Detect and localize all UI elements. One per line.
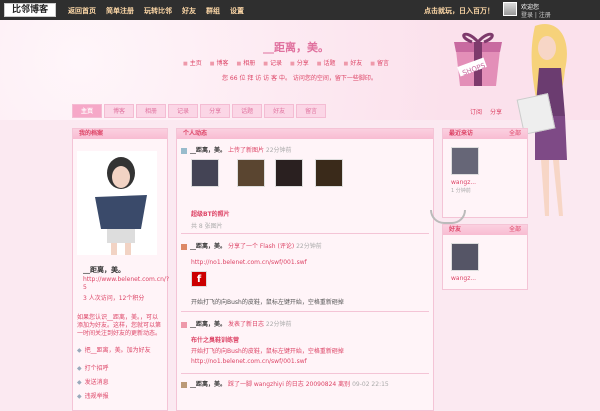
login-links[interactable]: 登录 | 注册 bbox=[521, 10, 551, 19]
profile-bio: 如果您认识__距离，美。，可以添加为好友。这样，您就可以第一时间关注到好友的更新… bbox=[77, 314, 162, 337]
send-message-link[interactable]: 发送消息 bbox=[77, 377, 109, 386]
nav-settings[interactable]: 设置 bbox=[230, 6, 244, 16]
friends-panel-title: 好友 全部 bbox=[443, 225, 527, 235]
top-bar: 比邻博客 返回首页 简单注册 玩转比邻 好友 群组 设置 点击就玩，日入百万！ … bbox=[0, 0, 600, 20]
say-hello-link[interactable]: 打个招呼 bbox=[77, 363, 109, 372]
tab-album[interactable]: 相册 bbox=[136, 104, 167, 118]
nav-register[interactable]: 简单注册 bbox=[106, 6, 134, 16]
add-friend-link[interactable]: 把__距离，美。加为好友 bbox=[77, 345, 151, 354]
activity-user[interactable]: __距离，美。 bbox=[190, 381, 226, 388]
divider bbox=[181, 233, 429, 234]
recent-visitors-panel: 最近来访 全部 wangz... 1 分钟前 bbox=[442, 128, 528, 218]
friends-title: 好友 bbox=[449, 226, 462, 233]
footprint-icon bbox=[181, 381, 187, 388]
activity-panel: 个人动态 __距离，美。 上传了新图片 22分钟前 超级BT的照片 共 8 张图… bbox=[176, 128, 434, 411]
gift-box-illustration: SHOPS bbox=[454, 32, 502, 86]
profile-panel-title: 我的档案 bbox=[73, 129, 167, 139]
album-thumbnail[interactable] bbox=[191, 159, 219, 187]
divider bbox=[181, 311, 429, 312]
quick-link-share[interactable]: 分享 bbox=[290, 58, 309, 67]
rss-link[interactable]: 订阅 bbox=[470, 107, 482, 116]
tab-friends[interactable]: 好友 bbox=[264, 104, 295, 118]
blog-icon bbox=[181, 321, 187, 328]
tab-record[interactable]: 记录 bbox=[168, 104, 199, 118]
quick-link-friends[interactable]: 好友 bbox=[344, 58, 362, 67]
album-thumbnail[interactable] bbox=[237, 159, 265, 187]
nav-home[interactable]: 返回首页 bbox=[68, 6, 96, 16]
flash-link[interactable]: http://no1.belenet.com.cn/swf/001.swf bbox=[191, 259, 307, 266]
album-title[interactable]: 超级BT的照片 bbox=[191, 209, 230, 218]
divider bbox=[181, 373, 429, 374]
visitors-title: 最近来访 bbox=[449, 130, 474, 137]
nav-explore[interactable]: 玩转比邻 bbox=[144, 6, 172, 16]
activity-time: 22分钟前 bbox=[265, 321, 292, 328]
promo-link[interactable]: 点击就玩，日入百万！ bbox=[424, 6, 494, 16]
visitor-time: 1 分钟前 bbox=[451, 188, 471, 194]
tab-message[interactable]: 留言 bbox=[296, 104, 327, 118]
main-tabs: 主页 博客 相册 记录 分享 话题 好友 留言 bbox=[72, 104, 327, 118]
activity-photo-header: __距离，美。 上传了新图片 22分钟前 bbox=[181, 145, 292, 154]
flash-icon[interactable]: f bbox=[191, 271, 207, 287]
top-nav: 返回首页 简单注册 玩转比邻 好友 群组 设置 bbox=[68, 6, 244, 16]
nav-groups[interactable]: 群组 bbox=[206, 6, 220, 16]
album-count: 共 8 张图片 bbox=[191, 223, 223, 230]
profile-stats: 3 人次访问，12个积分 bbox=[83, 295, 145, 302]
visitors-more-link[interactable]: 全部 bbox=[509, 129, 521, 139]
blog-post-title[interactable]: 布什之臭鞋训练营 bbox=[191, 335, 239, 344]
blog-post-excerpt: 开始打飞的向Bush的皮鞋，鼠标左键开始，空格重新砸掉 http://no1.b… bbox=[191, 348, 344, 365]
friends-more-link[interactable]: 全部 bbox=[509, 225, 521, 235]
friends-panel: 好友 全部 wangz... bbox=[442, 224, 528, 290]
share-link[interactable]: 分享 bbox=[490, 107, 502, 116]
quick-link-topic[interactable]: 话题 bbox=[317, 58, 335, 67]
activity-time: 09-02 22:15 bbox=[352, 381, 389, 388]
quick-link-home[interactable]: 主页 bbox=[183, 58, 202, 67]
quick-link-message[interactable]: 留言 bbox=[370, 58, 389, 67]
activity-user[interactable]: __距离，美。 bbox=[190, 243, 226, 250]
friend-avatar[interactable] bbox=[451, 243, 479, 271]
profile-name[interactable]: __距离，美。 bbox=[83, 265, 125, 275]
quick-link-blog[interactable]: 博客 bbox=[210, 58, 228, 67]
visit-text: 您 66 位 拜 访 访 客 中。 访问您的空间，留下一些脚印。 bbox=[222, 75, 377, 82]
activity-time: 22分钟前 bbox=[265, 147, 292, 154]
subscribe-links: 订阅 分享 bbox=[470, 107, 502, 116]
activity-flash-header: __距离，美。 分享了一个 Flash (评论) 22分钟前 bbox=[181, 241, 322, 250]
tab-blog[interactable]: 博客 bbox=[104, 104, 135, 118]
user-avatar[interactable] bbox=[503, 2, 517, 16]
activity-step-header: __距离，美。 踩了一脚 wangzhiyi 的日志 20090824 离别 0… bbox=[181, 379, 389, 388]
activity-action: 上传了新图片 bbox=[227, 147, 264, 154]
tab-topic[interactable]: 话题 bbox=[232, 104, 263, 118]
album-thumbnail[interactable] bbox=[315, 159, 343, 187]
activity-action: 发表了新日志 bbox=[227, 321, 264, 328]
activity-user[interactable]: __距离，美。 bbox=[190, 321, 226, 328]
tab-home[interactable]: 主页 bbox=[72, 104, 103, 118]
album-thumbnail[interactable] bbox=[275, 159, 303, 187]
profile-panel: 我的档案 __距离，美。 http://www.belenet.com.cn/?… bbox=[72, 128, 169, 411]
site-logo[interactable]: 比邻博客 bbox=[4, 3, 56, 17]
visitor-avatar[interactable] bbox=[451, 147, 479, 175]
visitors-panel-title: 最近来访 全部 bbox=[443, 129, 527, 139]
profile-url[interactable]: http://www.belenet.com.cn/?5 bbox=[83, 276, 169, 292]
share-icon bbox=[181, 243, 187, 250]
tab-share[interactable]: 分享 bbox=[200, 104, 231, 118]
activity-action: 踩了一脚 wangzhiyi 的日志 20090824 bbox=[227, 381, 337, 388]
site-title[interactable]: __距离，美。 bbox=[263, 39, 329, 55]
photo-icon bbox=[181, 147, 187, 154]
activity-extra[interactable]: 离别 bbox=[338, 381, 350, 388]
activity-action: 分享了一个 Flash (评论) bbox=[227, 243, 295, 250]
profile-photo[interactable] bbox=[77, 151, 157, 255]
report-link[interactable]: 违规举报 bbox=[77, 391, 109, 400]
activity-panel-title: 个人动态 bbox=[177, 129, 433, 139]
activity-blog-header: __距离，美。 发表了新日志 22分钟前 bbox=[181, 319, 292, 328]
friend-name[interactable]: wangz... bbox=[451, 275, 476, 282]
hanger-decoration bbox=[430, 210, 466, 224]
activity-user[interactable]: __距离，美。 bbox=[190, 147, 226, 154]
flash-quote: 开始打飞的向Bush的皮鞋，鼠标左键开始，空格重新砸掉 bbox=[191, 299, 344, 306]
quick-link-album[interactable]: 相册 bbox=[237, 58, 255, 67]
quick-links: 主页 博客 相册 记录 分享 话题 好友 留言 bbox=[183, 58, 389, 67]
quick-link-record[interactable]: 记录 bbox=[263, 58, 282, 67]
nav-friends[interactable]: 好友 bbox=[182, 6, 196, 16]
visitor-name[interactable]: wangz... bbox=[451, 179, 476, 186]
activity-time: 22分钟前 bbox=[296, 243, 322, 250]
profile-photo-figure bbox=[95, 157, 147, 255]
